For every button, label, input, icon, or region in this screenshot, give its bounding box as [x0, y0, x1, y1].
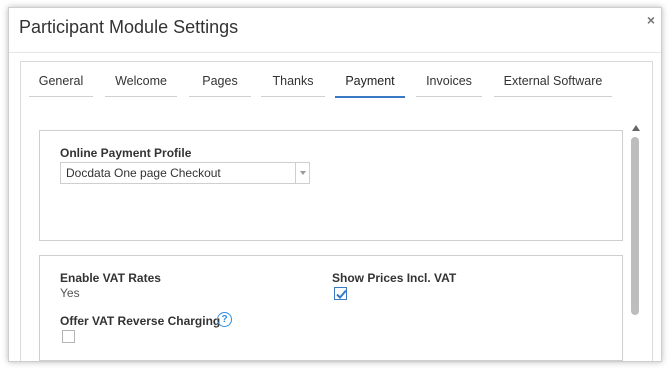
- show-prices-checkbox[interactable]: [334, 287, 347, 300]
- payment-profile-value: Docdata One page Checkout: [66, 166, 221, 180]
- reverse-charging-checkbox[interactable]: [62, 330, 75, 343]
- tab-thanks[interactable]: Thanks: [261, 68, 325, 97]
- close-icon[interactable]: ×: [647, 12, 655, 28]
- tab-external-software[interactable]: External Software: [494, 68, 612, 97]
- chevron-down-icon: [300, 171, 306, 175]
- content-area: General Welcome Pages Thanks Payment Inv…: [20, 61, 653, 361]
- checkmark-icon: [336, 289, 347, 299]
- header-divider: [9, 52, 661, 53]
- payment-profile-select[interactable]: Docdata One page Checkout: [60, 162, 310, 184]
- dialog-title: Participant Module Settings: [19, 17, 239, 37]
- vat-panel: Enable VAT Rates Yes Show Prices Incl. V…: [39, 255, 623, 361]
- help-icon[interactable]: ?: [217, 312, 232, 327]
- select-divider: [295, 163, 296, 183]
- payment-profile-panel: Online Payment Profile Docdata One page …: [39, 130, 623, 241]
- enable-vat-value: Yes: [60, 286, 80, 300]
- scroll-up-icon[interactable]: [632, 125, 640, 131]
- scrollbar-thumb[interactable]: [631, 137, 639, 315]
- reverse-charging-label: Offer VAT Reverse Charging: [60, 314, 221, 328]
- tab-invoices[interactable]: Invoices: [416, 68, 482, 97]
- payment-profile-label: Online Payment Profile: [60, 146, 192, 160]
- tab-welcome[interactable]: Welcome: [105, 68, 177, 97]
- show-prices-label: Show Prices Incl. VAT: [332, 271, 457, 285]
- settings-dialog: Participant Module Settings × General We…: [8, 7, 662, 362]
- tab-pages[interactable]: Pages: [189, 68, 251, 97]
- tab-general[interactable]: General: [29, 68, 93, 97]
- enable-vat-label: Enable VAT Rates: [60, 271, 161, 285]
- tab-payment[interactable]: Payment: [335, 68, 405, 98]
